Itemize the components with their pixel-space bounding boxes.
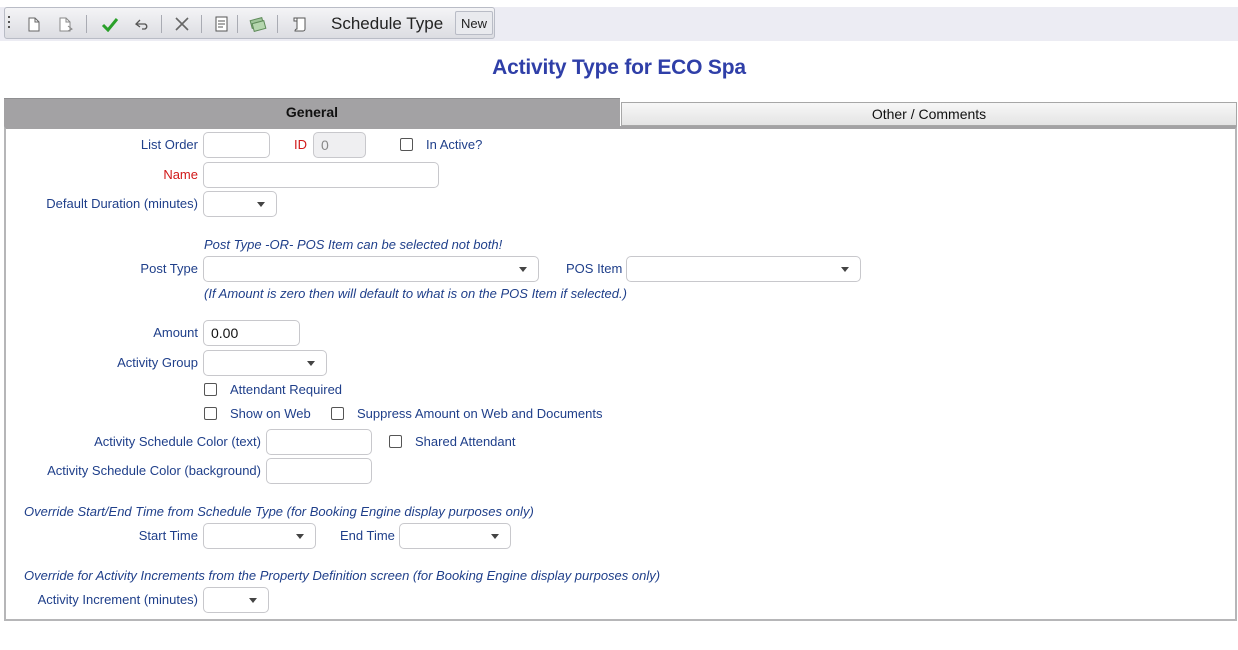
increment-select[interactable] — [203, 587, 269, 613]
attendant-required-label: Attendant Required — [230, 382, 343, 397]
grip-icon[interactable] — [8, 16, 11, 32]
color-bg-label: Activity Schedule Color (background) — [47, 463, 261, 478]
scroll-icon[interactable] — [289, 8, 311, 40]
suppress-amount-checkbox[interactable] — [331, 407, 344, 420]
amount-note: (If Amount is zero then will default to … — [204, 286, 627, 301]
post-type-label: Post Type — [140, 261, 198, 276]
new-document-icon[interactable] — [25, 8, 43, 40]
copy-document-icon[interactable] — [57, 8, 75, 40]
id-label: ID — [294, 137, 307, 152]
pos-item-label: POS Item — [566, 261, 623, 276]
chevron-down-icon — [841, 267, 849, 272]
chevron-down-icon — [491, 534, 499, 539]
delete-icon[interactable] — [171, 8, 193, 40]
color-bg-input[interactable] — [266, 458, 372, 484]
tab-other-comments[interactable]: Other / Comments — [621, 102, 1237, 126]
toolbar-separator — [201, 15, 202, 33]
end-time-label: End Time — [340, 528, 395, 543]
chevron-down-icon — [249, 598, 257, 603]
chevron-down-icon — [296, 534, 304, 539]
shared-attendant-label: Shared Attendant — [415, 434, 516, 449]
override-time-note: Override Start/End Time from Schedule Ty… — [24, 504, 534, 519]
toolbar-separator — [86, 15, 87, 33]
pos-item-select[interactable] — [626, 256, 861, 282]
override-increment-note: Override for Activity Increments from th… — [24, 568, 661, 583]
report-icon[interactable] — [211, 8, 231, 40]
activity-group-select[interactable] — [203, 350, 327, 376]
page-title: Activity Type for ECO Spa — [492, 56, 746, 79]
inactive-checkbox[interactable] — [400, 138, 413, 151]
amount-label: Amount — [153, 325, 198, 340]
list-order-input[interactable] — [203, 132, 270, 158]
default-duration-label: Default Duration (minutes) — [46, 196, 198, 211]
toolbar-separator — [161, 15, 162, 33]
end-time-select[interactable] — [399, 523, 511, 549]
name-input[interactable] — [203, 162, 439, 188]
list-order-label: List Order — [140, 137, 198, 152]
inactive-label: In Active? — [426, 137, 483, 152]
chevron-down-icon — [257, 202, 265, 207]
post-type-note: Post Type -OR- POS Item can be selected … — [204, 237, 503, 252]
color-text-input[interactable] — [266, 429, 372, 455]
increment-label: Activity Increment (minutes) — [37, 592, 198, 607]
undo-icon[interactable] — [133, 8, 153, 40]
chevron-down-icon — [307, 361, 315, 366]
chevron-down-icon — [519, 267, 527, 272]
check-icon[interactable] — [99, 8, 121, 40]
name-label: Name — [163, 167, 198, 182]
start-time-select[interactable] — [203, 523, 316, 549]
toolbar-separator — [277, 15, 278, 33]
color-text-label: Activity Schedule Color (text) — [94, 434, 261, 449]
toolbar-separator — [237, 15, 238, 33]
attendant-required-checkbox[interactable] — [204, 383, 217, 396]
suppress-amount-label: Suppress Amount on Web and Documents — [357, 406, 603, 421]
show-on-web-label: Show on Web — [230, 406, 311, 421]
id-field — [313, 132, 366, 158]
post-type-select[interactable] — [203, 256, 539, 282]
money-icon[interactable] — [247, 8, 269, 40]
show-on-web-checkbox[interactable] — [204, 407, 217, 420]
tab-general[interactable]: General — [4, 98, 620, 126]
shared-attendant-checkbox[interactable] — [389, 435, 402, 448]
amount-input[interactable] — [203, 320, 300, 346]
activity-group-label: Activity Group — [117, 355, 198, 370]
default-duration-select[interactable] — [203, 191, 277, 217]
toolbar: Schedule Type New — [4, 7, 495, 39]
start-time-label: Start Time — [138, 528, 198, 543]
new-button[interactable]: New — [455, 11, 493, 35]
toolbar-title: Schedule Type — [331, 14, 444, 33]
